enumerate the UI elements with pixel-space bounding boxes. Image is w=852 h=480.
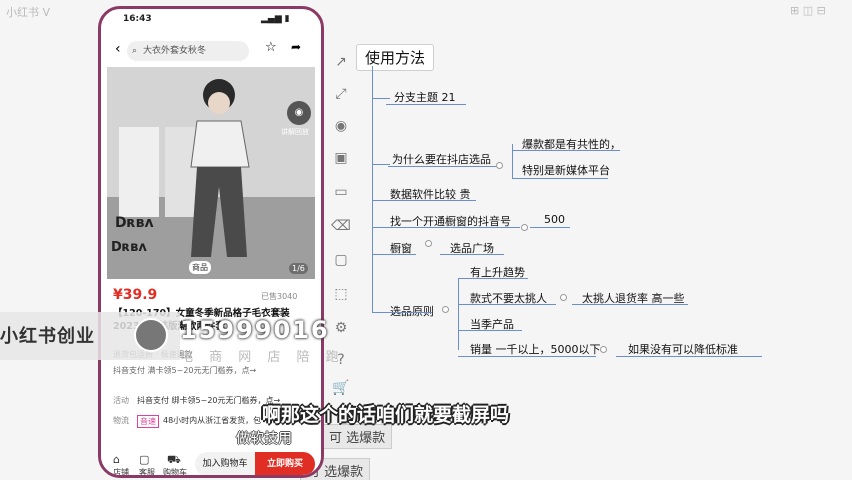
share-icon[interactable]: ➦ <box>291 40 301 54</box>
search-row: ‹ ⌕ 大衣外套女秋冬 ☆ ➦ <box>101 33 321 65</box>
svg-text:Dʀʙʌ: Dʀʙʌ <box>111 240 147 255</box>
collapse-toggle[interactable] <box>560 294 567 301</box>
status-time: 16:43 <box>123 14 152 24</box>
connector <box>458 278 459 350</box>
underline <box>512 150 620 151</box>
product-photo-illustration: Dʀʙʌ Dʀʙʌ <box>107 67 315 279</box>
record-icon[interactable]: ▣ <box>331 148 351 168</box>
activity-value[interactable]: 抖音支付 绑卡领5~20元无门槛券，点→ <box>137 395 280 406</box>
video-caption-secondary: 做软技用 <box>236 431 292 447</box>
underline <box>458 330 522 331</box>
underline <box>458 356 596 357</box>
window-controls[interactable]: ⊞ ◫ ⊟ <box>790 4 826 17</box>
underline <box>372 254 416 255</box>
node-find-account-value[interactable]: 500 <box>544 213 565 226</box>
image-counter: 1/6 <box>289 263 308 274</box>
store-icon[interactable]: ⌂ <box>113 453 120 466</box>
mindmap-center-node[interactable]: 使用方法 <box>356 44 435 71</box>
cart-icon[interactable]: 🛒 <box>331 378 351 398</box>
product-price: ¥39.9 <box>113 287 158 303</box>
mindmap-trunk <box>372 66 373 312</box>
underline <box>372 227 520 228</box>
sold-count: 已售3040 <box>261 292 298 301</box>
chat-icon[interactable]: ▢ <box>139 453 149 466</box>
node-why[interactable]: 为什么要在抖店选品 <box>392 151 491 167</box>
svg-text:Dʀʙʌ: Dʀʙʌ <box>115 215 154 231</box>
underline <box>458 278 528 279</box>
underline <box>530 227 570 228</box>
back-icon[interactable]: ‹ <box>115 41 121 57</box>
node-principle-note[interactable]: 如果没有可以降低标准 <box>628 341 738 357</box>
node-principle[interactable]: 销量 一千以上，5000以下 <box>470 341 601 357</box>
signal-icon: ▂▄▆ ▮ <box>261 14 290 24</box>
screen: 小红书 Ⅴ ⊞ ◫ ⊟ ↗ ⤢ ◉ ▣ ▭ ⌫ ▢ ⬚ ⚙ ? 🛒 使用方法 分… <box>0 0 852 480</box>
box-icon[interactable]: ▢ <box>331 250 351 270</box>
status-bar: 16:43 ▂▄▆ ▮ <box>101 9 321 29</box>
collapse-toggle[interactable] <box>496 162 503 169</box>
nav-cart[interactable]: 购物车 <box>163 467 187 475</box>
node-why-child[interactable]: 特别是新媒体平台 <box>522 162 610 178</box>
cart-icon[interactable]: ⛟ <box>167 453 181 468</box>
underline <box>372 200 476 201</box>
connector <box>372 164 390 165</box>
search-input[interactable]: ⌕ 大衣外套女秋冬 <box>127 41 249 61</box>
watermark-brand: 小红书创业 <box>0 326 95 347</box>
star-icon[interactable]: ☆ <box>265 40 277 55</box>
replay-icon[interactable]: ◉ <box>287 101 311 125</box>
logistics-badge: 音速 <box>137 415 159 428</box>
coupon-row[interactable]: 抖音支付 满卡领5~20元无门槛券，点→ <box>113 365 256 376</box>
underline <box>386 104 466 105</box>
logistics-value[interactable]: 48小时内从浙江省发货，包 <box>163 415 261 426</box>
dashed-box-icon[interactable]: ⬚ <box>331 284 351 304</box>
replay-label[interactable]: 讲解回放 <box>281 127 309 137</box>
settings-icon[interactable]: ⚙ <box>331 318 351 338</box>
nav-store[interactable]: 店铺 <box>113 467 129 475</box>
nav-service[interactable]: 客服 <box>139 467 155 475</box>
underline <box>440 254 504 255</box>
underline <box>388 166 496 167</box>
topbar-left-text: 小红书 Ⅴ <box>6 6 51 19</box>
eraser-icon[interactable]: ⌫ <box>331 216 351 236</box>
buy-now-button[interactable]: 立即购买 <box>255 452 315 475</box>
monitor-icon[interactable]: ▭ <box>331 182 351 202</box>
arrow-icon[interactable]: ↗ <box>331 52 351 72</box>
mindmap-toolbar: ↗ ⤢ ◉ ▣ ▭ ⌫ ▢ ⬚ ⚙ ? 🛒 <box>328 36 354 396</box>
collapse-toggle[interactable] <box>425 240 432 247</box>
underline <box>616 356 762 357</box>
underline <box>512 178 608 179</box>
mindmap-ghost-node[interactable]: 可 选爆款 <box>322 424 393 449</box>
watermark-phone: 15999016 <box>180 316 330 344</box>
underline <box>372 312 432 313</box>
underline <box>458 304 556 305</box>
video-caption: 啊那这个的话咱们就要截屏吗 <box>262 404 510 426</box>
camera-icon[interactable]: ◉ <box>331 116 351 136</box>
collapse-toggle[interactable] <box>600 346 607 353</box>
collapse-toggle[interactable] <box>442 306 449 313</box>
search-placeholder: 大衣外套女秋冬 <box>143 46 207 56</box>
expand-icon[interactable]: ⤢ <box>331 84 351 104</box>
product-tag[interactable]: 商品 <box>189 261 211 274</box>
add-to-cart-button[interactable]: 加入购物车 <box>195 452 255 475</box>
node-branch-topic[interactable]: 分支主题 21 <box>394 89 456 105</box>
avatar <box>134 318 168 352</box>
node-principles[interactable]: 选品原则 <box>390 303 434 319</box>
collapse-toggle[interactable] <box>521 224 528 231</box>
logistics-label: 物流 <box>113 416 129 425</box>
underline <box>572 304 688 305</box>
activity-label: 活动 <box>113 396 129 405</box>
connector <box>372 98 390 99</box>
product-image[interactable]: Dʀʙʌ Dʀʙʌ ◉ 讲解回放 商品 1/6 <box>107 67 315 279</box>
search-icon: ⌕ <box>132 46 138 56</box>
watermark-sub: 电 商 网 店 陪 跑 <box>180 350 345 365</box>
